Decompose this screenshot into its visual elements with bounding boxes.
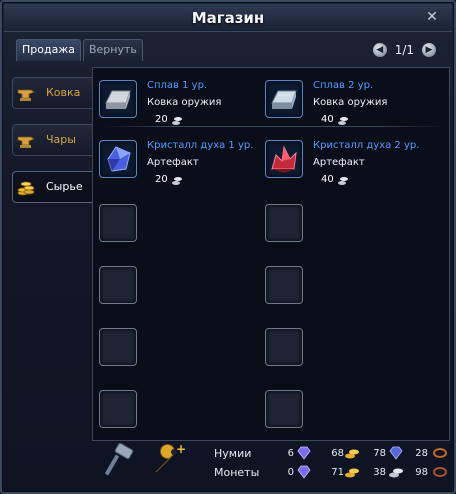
coins-amount: 38 <box>373 467 386 478</box>
ring-icon <box>433 448 447 458</box>
numi-label: Нумии <box>214 447 252 460</box>
prev-page-icon[interactable]: ◀ <box>372 43 387 57</box>
close-icon[interactable]: ✕ <box>424 9 440 25</box>
empty-slot[interactable] <box>265 328 435 378</box>
empty-slot[interactable] <box>99 390 269 440</box>
item-slot <box>99 328 137 366</box>
tab-sell[interactable]: Продажа <box>16 39 81 61</box>
ring-icon <box>433 467 447 477</box>
gold-coins-icon <box>345 468 359 478</box>
silver-coin-icon <box>172 177 182 185</box>
silver-coins-icon <box>389 468 403 478</box>
red-crystal-icon <box>271 145 297 173</box>
empty-slot[interactable] <box>265 266 435 316</box>
item-category: Ковка оружия <box>147 97 222 108</box>
silver-coin-icon <box>338 177 348 185</box>
shop-item-crystal-2[interactable]: Кристалл духа 2 ур. Артефакт 40 <box>265 140 435 190</box>
item-category: Артефакт <box>313 157 365 168</box>
item-slot <box>265 204 303 242</box>
item-name: Сплав 1 ур. <box>147 80 208 91</box>
sidebar-item-label: Ковка <box>46 86 81 99</box>
item-price: 40 <box>321 114 334 125</box>
empty-slot[interactable] <box>265 204 435 254</box>
category-sidebar: Ковка Чары Сырье <box>12 77 94 218</box>
sidebar-item-label: Сырье <box>46 180 83 193</box>
wrench-plus-icon[interactable]: + <box>150 442 186 478</box>
item-slot <box>265 140 303 178</box>
diamond-icon <box>297 465 311 479</box>
numi-amount: 6 <box>287 448 294 459</box>
coins-amount: 71 <box>331 467 344 478</box>
next-page-icon[interactable]: ▶ <box>422 43 436 57</box>
row-divider <box>103 126 443 127</box>
sidebar-item-materials[interactable]: Сырье <box>12 171 94 203</box>
item-category: Ковка оружия <box>313 97 388 108</box>
empty-slot[interactable] <box>265 390 435 440</box>
diamond-icon <box>297 446 311 460</box>
shop-window: Магазин ✕ Продажа Вернуть ◀ 1/1 ▶ Ковка … <box>0 0 456 494</box>
item-name: Кристалл духа 2 ур. <box>313 140 420 151</box>
alloy-ingot-icon <box>271 90 297 109</box>
blue-crystal-icon <box>107 146 131 172</box>
empty-slot[interactable] <box>99 266 269 316</box>
page-indicator: 1/1 <box>394 43 414 57</box>
numi-amount: 78 <box>373 448 386 459</box>
shop-item-crystal-1[interactable]: Кристалл духа 1 ур. Артефакт 20 <box>99 140 269 190</box>
item-slot <box>265 328 303 366</box>
coins-amount: 98 <box>415 467 428 478</box>
shop-item-alloy-2[interactable]: Сплав 2 ур. Ковка оружия 40 <box>265 80 435 130</box>
svg-text:+: + <box>176 442 186 456</box>
empty-slot[interactable] <box>99 204 269 254</box>
window-title: Магазин <box>191 9 265 27</box>
item-slot <box>265 390 303 428</box>
anvil-icon <box>17 136 35 148</box>
item-name: Сплав 2 ур. <box>313 80 374 91</box>
item-slot <box>265 80 303 118</box>
coins-amount: 0 <box>287 467 294 478</box>
tab-buyback[interactable]: Вернуть <box>82 39 143 61</box>
pager: ◀ 1/1 ▶ <box>372 41 436 59</box>
item-price: 20 <box>155 174 168 185</box>
numi-amount: 68 <box>331 448 344 459</box>
alloy-ingot-icon <box>105 90 131 109</box>
sidebar-item-enchant[interactable]: Чары <box>12 124 94 156</box>
empty-slot[interactable] <box>99 328 269 378</box>
shop-item-alloy-1[interactable]: Сплав 1 ур. Ковка оружия 20 <box>99 80 269 130</box>
sidebar-item-forging[interactable]: Ковка <box>12 77 94 109</box>
silver-coin-icon <box>172 117 182 125</box>
diamond-icon <box>389 446 403 460</box>
item-price: 20 <box>155 114 168 125</box>
numi-amount: 28 <box>415 448 428 459</box>
title-bar[interactable]: Магазин ✕ <box>4 4 452 32</box>
item-grid: Сплав 1 ур. Ковка оружия 20 Сплав 2 ур. … <box>92 67 450 441</box>
item-name: Кристалл духа 1 ур. <box>147 140 254 151</box>
coins-label: Монеты <box>214 466 260 479</box>
hammer-icon[interactable] <box>102 442 138 478</box>
sidebar-item-label: Чары <box>46 133 76 146</box>
coins-icon <box>17 181 35 196</box>
item-slot <box>265 266 303 304</box>
footer-bar: + Нумии Монеты 6 68 78 28 0 71 38 98 <box>4 442 454 492</box>
item-slot <box>99 266 137 304</box>
silver-coin-icon <box>338 117 348 125</box>
anvil-icon <box>17 89 35 101</box>
item-slot <box>99 80 137 118</box>
item-category: Артефакт <box>147 157 199 168</box>
item-slot <box>99 390 137 428</box>
item-slot <box>99 204 137 242</box>
tab-bar: Продажа Вернуть <box>16 39 143 61</box>
item-slot <box>99 140 137 178</box>
item-price: 40 <box>321 174 334 185</box>
gold-coins-icon <box>345 449 359 459</box>
